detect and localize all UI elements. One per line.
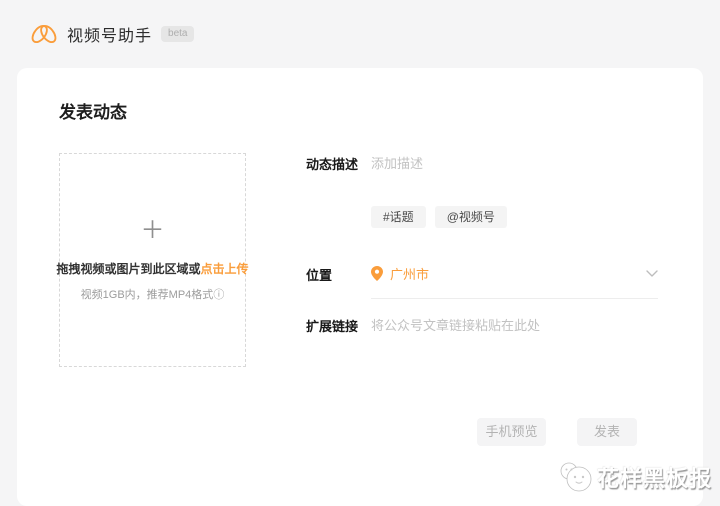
watermark: 花样黑板报	[558, 460, 712, 494]
publish-button[interactable]: 发表	[577, 418, 637, 446]
upload-hint-text: 视频1GB内，推荐MP4格式	[80, 288, 214, 301]
link-row: 扩展链接 将公众号文章链接粘贴在此处	[306, 315, 658, 335]
watermark-text: 花样黑板报	[596, 466, 712, 491]
description-input[interactable]: 添加描述	[371, 153, 658, 173]
channels-logo-icon	[31, 24, 57, 44]
app-title: 视频号助手	[67, 28, 153, 45]
plus-icon: ＋	[140, 216, 165, 244]
publish-form: 动态描述 添加描述 #话题 @视频号 位置 广州市 扩展链接 将公众号文章链接粘…	[306, 153, 658, 367]
upload-instruction: 拖拽视频或图片到此区域或点击上传	[56, 260, 248, 277]
link-input[interactable]: 将公众号文章链接粘贴在此处	[371, 315, 658, 335]
location-value: 广州市	[390, 267, 430, 282]
click-upload-link[interactable]: 点击上传	[201, 262, 249, 276]
beta-badge: beta	[161, 26, 195, 42]
content-row: ＋ 拖拽视频或图片到此区域或点击上传 视频1GB内，推荐MP4格式ⓘ 动态描述 …	[56, 153, 661, 367]
phone-preview-button[interactable]: 手机预览	[477, 418, 546, 446]
upload-hint: 视频1GB内，推荐MP4格式ⓘ	[81, 286, 225, 302]
link-label: 扩展链接	[306, 319, 359, 334]
app-header: 视频号助手 beta	[0, 0, 720, 68]
location-select[interactable]: 广州市	[371, 264, 658, 299]
publish-card: 发表动态 ＋ 拖拽视频或图片到此区域或点击上传 视频1GB内，推荐MP4格式ⓘ …	[17, 68, 703, 506]
location-label: 位置	[306, 268, 333, 283]
topic-tag-button[interactable]: #话题	[371, 206, 426, 228]
upload-dropzone[interactable]: ＋ 拖拽视频或图片到此区域或点击上传 视频1GB内，推荐MP4格式ⓘ	[56, 153, 249, 367]
description-label: 动态描述	[306, 157, 359, 172]
actions-row: 手机预览 发表	[59, 418, 637, 446]
chevron-down-icon[interactable]	[646, 270, 658, 277]
location-row: 位置 广州市	[306, 264, 658, 299]
mention-channel-button[interactable]: @视频号	[434, 206, 507, 228]
upload-drag-text: 拖拽视频或图片到此区域或	[56, 261, 201, 276]
location-pin-icon	[371, 266, 383, 281]
page-title: 发表动态	[59, 103, 127, 122]
tags-row: #话题 @视频号	[371, 206, 658, 228]
watermark-logo-icon	[560, 462, 592, 492]
info-icon[interactable]: ⓘ	[213, 289, 224, 301]
description-row: 动态描述 添加描述	[306, 153, 658, 173]
